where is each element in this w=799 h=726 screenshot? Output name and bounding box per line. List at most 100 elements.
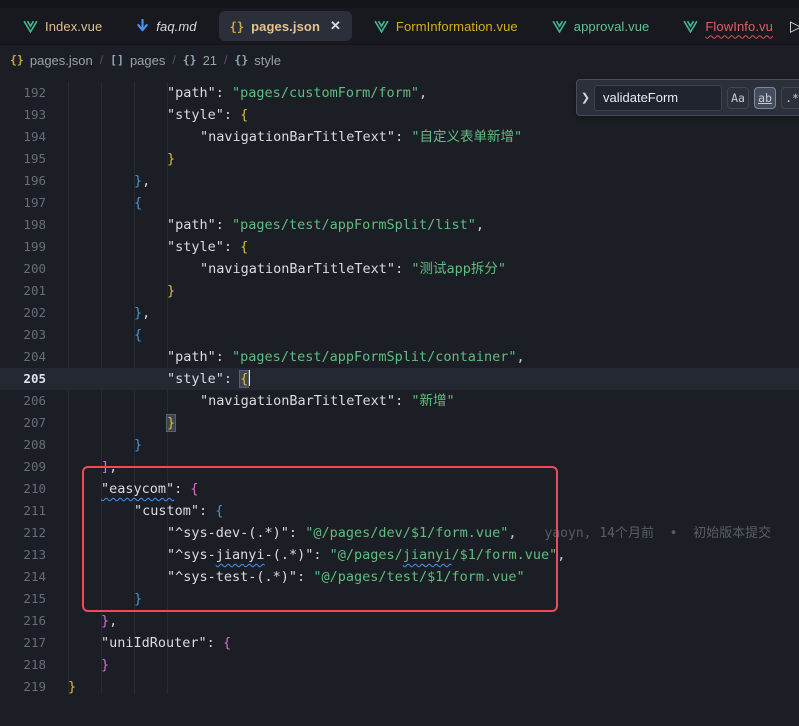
- tab-label: approval.vue: [574, 19, 650, 34]
- breadcrumb: {} pages.json / [] pages / {} 21 / {}style: [0, 45, 799, 75]
- tab-approval-vue[interactable]: approval.vue: [535, 8, 667, 45]
- line-number: 214: [0, 566, 46, 588]
- code-line[interactable]: 215}: [0, 588, 799, 610]
- breadcrumb-item-21[interactable]: {} 21: [183, 53, 217, 68]
- breadcrumb-separator: /: [172, 53, 175, 67]
- line-number: 219: [0, 676, 46, 698]
- breadcrumb-item-pages[interactable]: [] pages: [110, 53, 165, 68]
- code-line[interactable]: 216},: [0, 610, 799, 632]
- tab-label: faq.md: [156, 19, 196, 34]
- tab-label: Index.vue: [45, 19, 102, 34]
- vue-icon: [23, 20, 38, 33]
- line-number: 204: [0, 346, 46, 368]
- line-number: 198: [0, 214, 46, 236]
- code-line[interactable]: 206"navigationBarTitleText": "新增": [0, 390, 799, 412]
- breadcrumb-item-style[interactable]: {}style: [234, 53, 281, 68]
- symbol-icon: []: [110, 53, 124, 67]
- tab-pages-json[interactable]: {} pages.json ✕: [219, 11, 352, 41]
- code-line[interactable]: 200"navigationBarTitleText": "测试app拆分": [0, 258, 799, 280]
- code-line[interactable]: 199"style": {: [0, 236, 799, 258]
- line-number: 196: [0, 170, 46, 192]
- line-number: 205: [0, 368, 46, 390]
- tab-forminformation-vue[interactable]: FormInformation.vue: [357, 8, 535, 45]
- code-line[interactable]: 218}: [0, 654, 799, 676]
- breadcrumb-separator: /: [224, 53, 227, 67]
- breadcrumb-label: pages.json: [30, 53, 93, 68]
- code-line[interactable]: 201}: [0, 280, 799, 302]
- line-number: 208: [0, 434, 46, 456]
- close-icon[interactable]: ✕: [330, 18, 341, 34]
- code-line[interactable]: 208}: [0, 434, 799, 456]
- symbol-icon: {}: [183, 53, 197, 67]
- line-number: 203: [0, 324, 46, 346]
- arrow-down-icon: [136, 19, 149, 33]
- symbol-icon: {}: [234, 53, 248, 67]
- find-collapse-chevron-icon[interactable]: ❯: [577, 91, 594, 104]
- code-line[interactable]: 195}: [0, 148, 799, 170]
- code-line[interactable]: 197{: [0, 192, 799, 214]
- line-number: 218: [0, 654, 46, 676]
- regex-icon[interactable]: .*: [781, 87, 799, 109]
- tab-label: FlowInfo.vu: [705, 19, 773, 34]
- code-line[interactable]: 212"^sys-dev-(.*)": "@/pages/dev/$1/form…: [0, 522, 799, 544]
- line-number: 201: [0, 280, 46, 302]
- code-line[interactable]: 202},: [0, 302, 799, 324]
- vue-icon: [374, 20, 389, 33]
- code-line[interactable]: 210"easycom": {: [0, 478, 799, 500]
- breadcrumb-label: pages: [130, 53, 165, 68]
- line-number: 207: [0, 412, 46, 434]
- whole-word-icon[interactable]: ab: [754, 87, 776, 109]
- editor[interactable]: 192"path": "pages/customForm/form",193"s…: [0, 75, 799, 726]
- vue-icon: [552, 20, 567, 33]
- line-number: 194: [0, 126, 46, 148]
- git-blame-annotation: yaoyn, 14个月前 • 初始版本提交: [545, 526, 772, 541]
- code-line[interactable]: 198"path": "pages/test/appFormSplit/list…: [0, 214, 799, 236]
- find-input[interactable]: [594, 85, 722, 111]
- line-number: 206: [0, 390, 46, 412]
- breadcrumb-separator: /: [100, 53, 103, 67]
- tab-index-vue[interactable]: Index.vue: [6, 8, 119, 45]
- tab-label: pages.json: [251, 19, 320, 34]
- code-line[interactable]: 204"path": "pages/test/appFormSplit/cont…: [0, 346, 799, 368]
- code-line[interactable]: 205"style": {: [0, 368, 799, 390]
- tab-label: FormInformation.vue: [396, 19, 518, 34]
- vue-icon: [683, 20, 698, 33]
- line-number: 213: [0, 544, 46, 566]
- line-number: 200: [0, 258, 46, 280]
- text-cursor: [248, 370, 250, 386]
- code-line[interactable]: 211"custom": {: [0, 500, 799, 522]
- line-number: 199: [0, 236, 46, 258]
- line-number: 197: [0, 192, 46, 214]
- line-number: 210: [0, 478, 46, 500]
- line-number: 217: [0, 632, 46, 654]
- line-number: 215: [0, 588, 46, 610]
- line-number: 202: [0, 302, 46, 324]
- breadcrumb-label: 21: [203, 53, 217, 68]
- code-line[interactable]: 207}: [0, 412, 799, 434]
- find-widget: ❯ Aa ab .*: [576, 79, 799, 116]
- code-line[interactable]: 194"navigationBarTitleText": "自定义表单新增": [0, 126, 799, 148]
- json-braces-icon: {}: [230, 19, 244, 34]
- code-line[interactable]: 217"uniIdRouter": {: [0, 632, 799, 654]
- code-line[interactable]: 213"^sys-jianyi-(.*)": "@/pages/jianyi/$…: [0, 544, 799, 566]
- tab-faq-md[interactable]: faq.md: [119, 8, 213, 45]
- symbol-icon: {}: [10, 53, 24, 67]
- line-number: 193: [0, 104, 46, 126]
- tab-scroll-right-icon[interactable]: ▷: [790, 17, 799, 35]
- match-case-icon[interactable]: Aa: [727, 87, 749, 109]
- line-number: 216: [0, 610, 46, 632]
- line-number: 211: [0, 500, 46, 522]
- line-number: 212: [0, 522, 46, 544]
- code-line[interactable]: 209],: [0, 456, 799, 478]
- code-lines: 192"path": "pages/customForm/form",193"s…: [0, 75, 799, 698]
- line-number: 195: [0, 148, 46, 170]
- code-line[interactable]: 214"^sys-test-(.*)": "@/pages/test/$1/fo…: [0, 566, 799, 588]
- code-line[interactable]: 196},: [0, 170, 799, 192]
- code-line[interactable]: 203{: [0, 324, 799, 346]
- line-number: 192: [0, 82, 46, 104]
- tab-flowinfo-vu[interactable]: FlowInfo.vu: [666, 8, 790, 45]
- tab-bar: Index.vue faq.md {} pages.json ✕ FormInformat…: [0, 8, 799, 45]
- code-line[interactable]: 219}: [0, 676, 799, 698]
- breadcrumb-item-pages.json[interactable]: {} pages.json: [10, 53, 93, 68]
- line-number: 209: [0, 456, 46, 478]
